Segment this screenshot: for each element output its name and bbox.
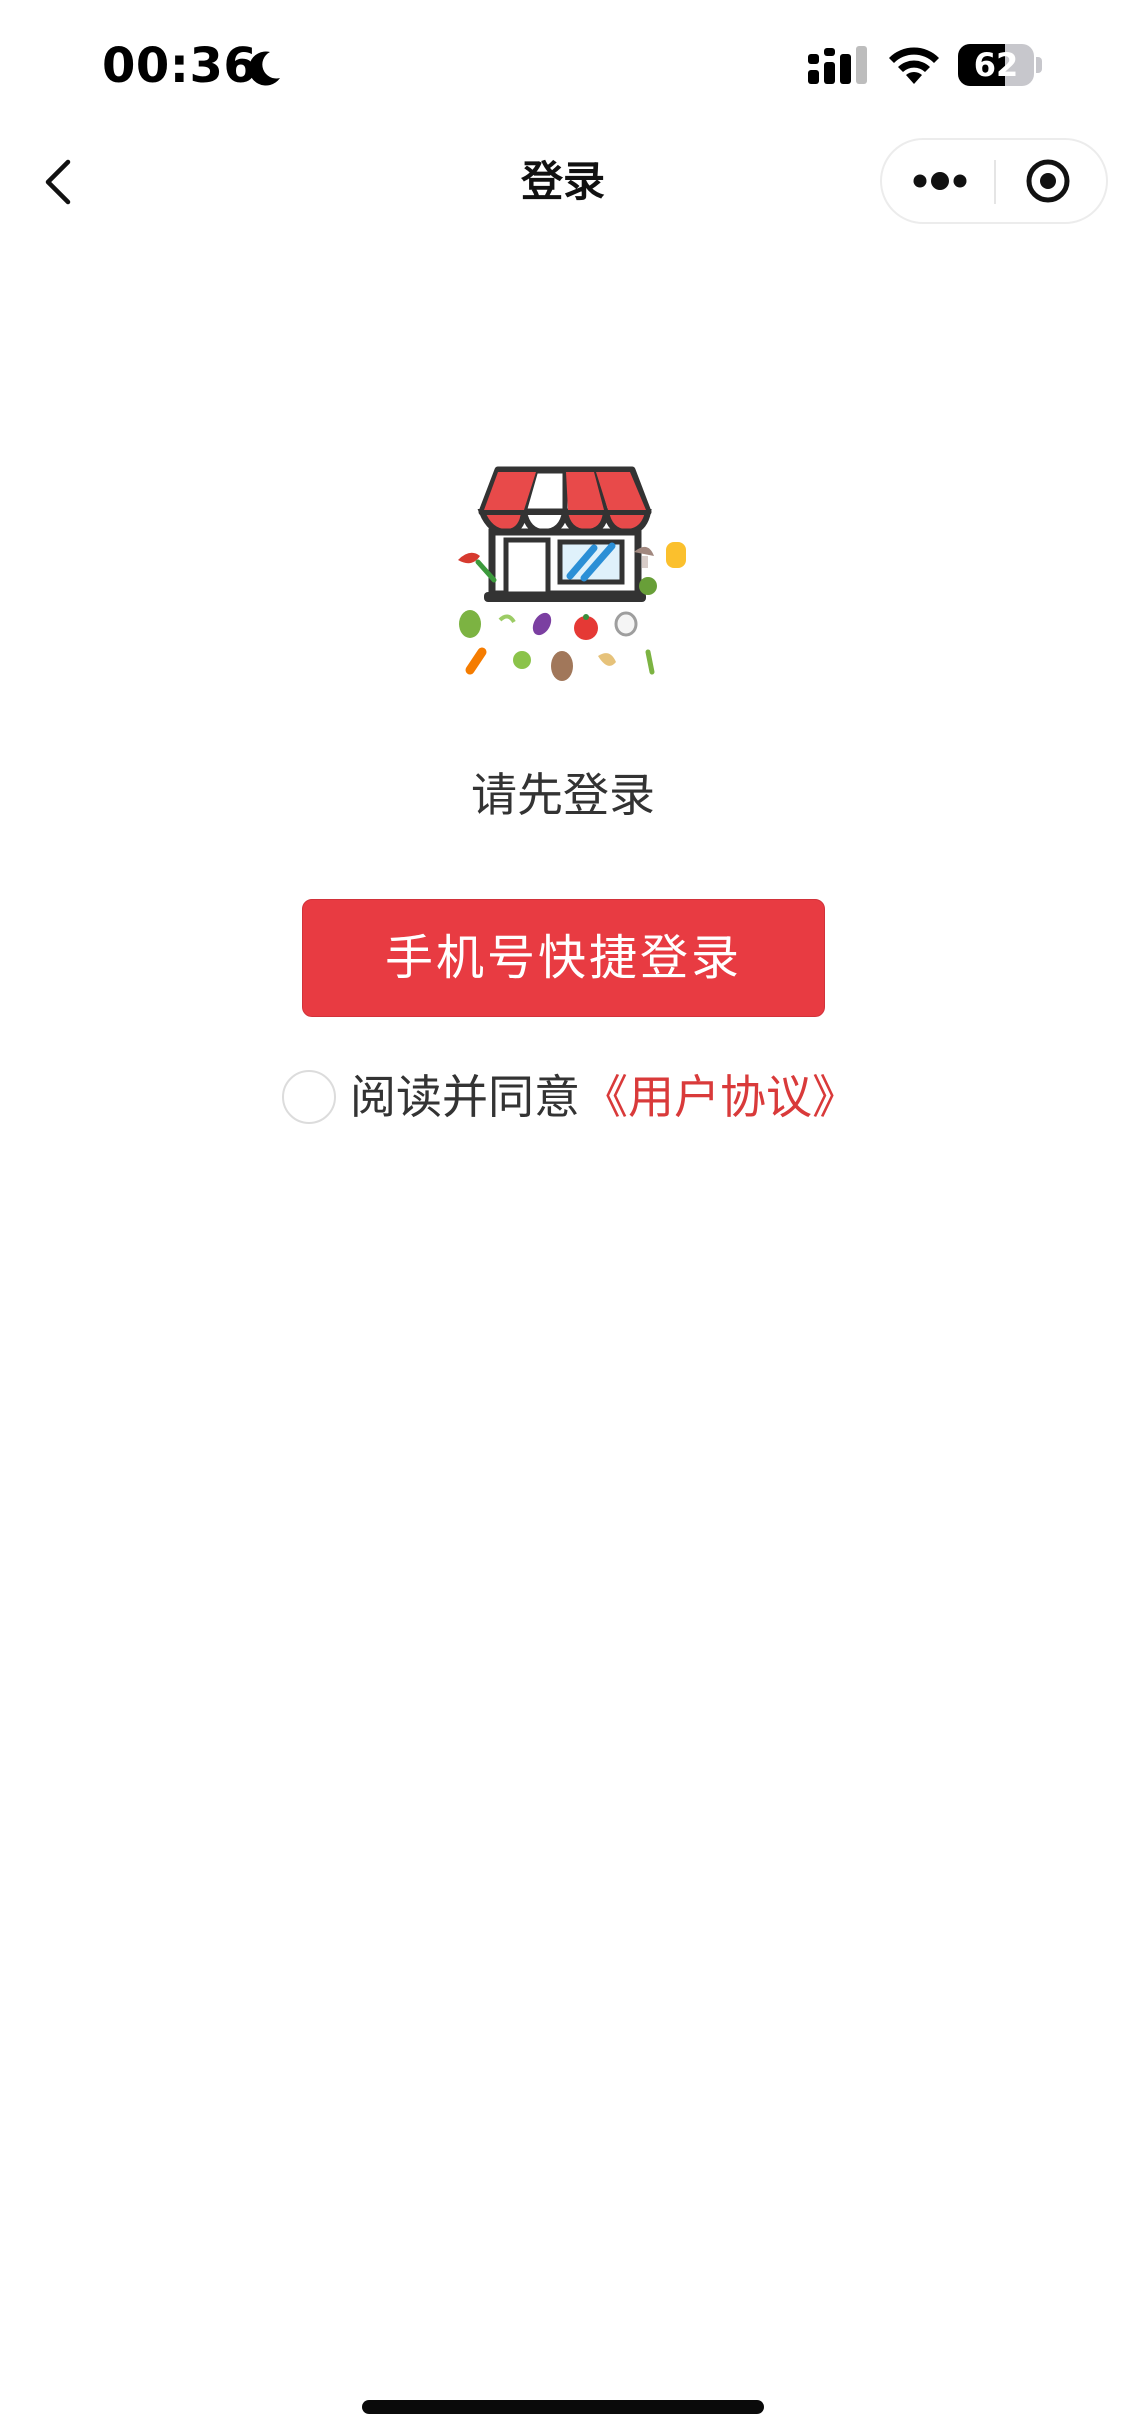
battery-icon: 62: [958, 44, 1042, 86]
nav-bar: 登录: [0, 130, 1126, 234]
status-bar: 00:36 62: [0, 0, 1126, 130]
battery-body: 62: [958, 44, 1034, 86]
close-mini-program-button[interactable]: [996, 140, 1106, 222]
more-dots-icon: [913, 172, 967, 190]
agreement-text: 阅读并同意: [350, 1070, 580, 1124]
chevron-left-icon: [45, 159, 71, 205]
target-close-icon: [1026, 159, 1070, 203]
storefront-vegetables-icon: [458, 466, 686, 681]
more-button[interactable]: [882, 140, 994, 222]
battery-nub: [1036, 57, 1042, 73]
status-time: 00:36: [102, 38, 258, 94]
home-indicator: [362, 2400, 764, 2414]
back-button[interactable]: [30, 150, 90, 214]
login-prompt: 请先登录: [471, 768, 655, 822]
moon-icon: [248, 51, 280, 86]
wifi-icon: [889, 47, 939, 84]
mini-program-capsule: [880, 138, 1108, 224]
user-agreement-link[interactable]: 《用户协议》: [582, 1066, 858, 1128]
signal-icon: [808, 46, 867, 84]
phone-quick-login-button[interactable]: 手机号快捷登录: [302, 899, 825, 1017]
battery-percent: 62: [973, 46, 1019, 84]
agreement-checkbox[interactable]: [282, 1070, 336, 1124]
